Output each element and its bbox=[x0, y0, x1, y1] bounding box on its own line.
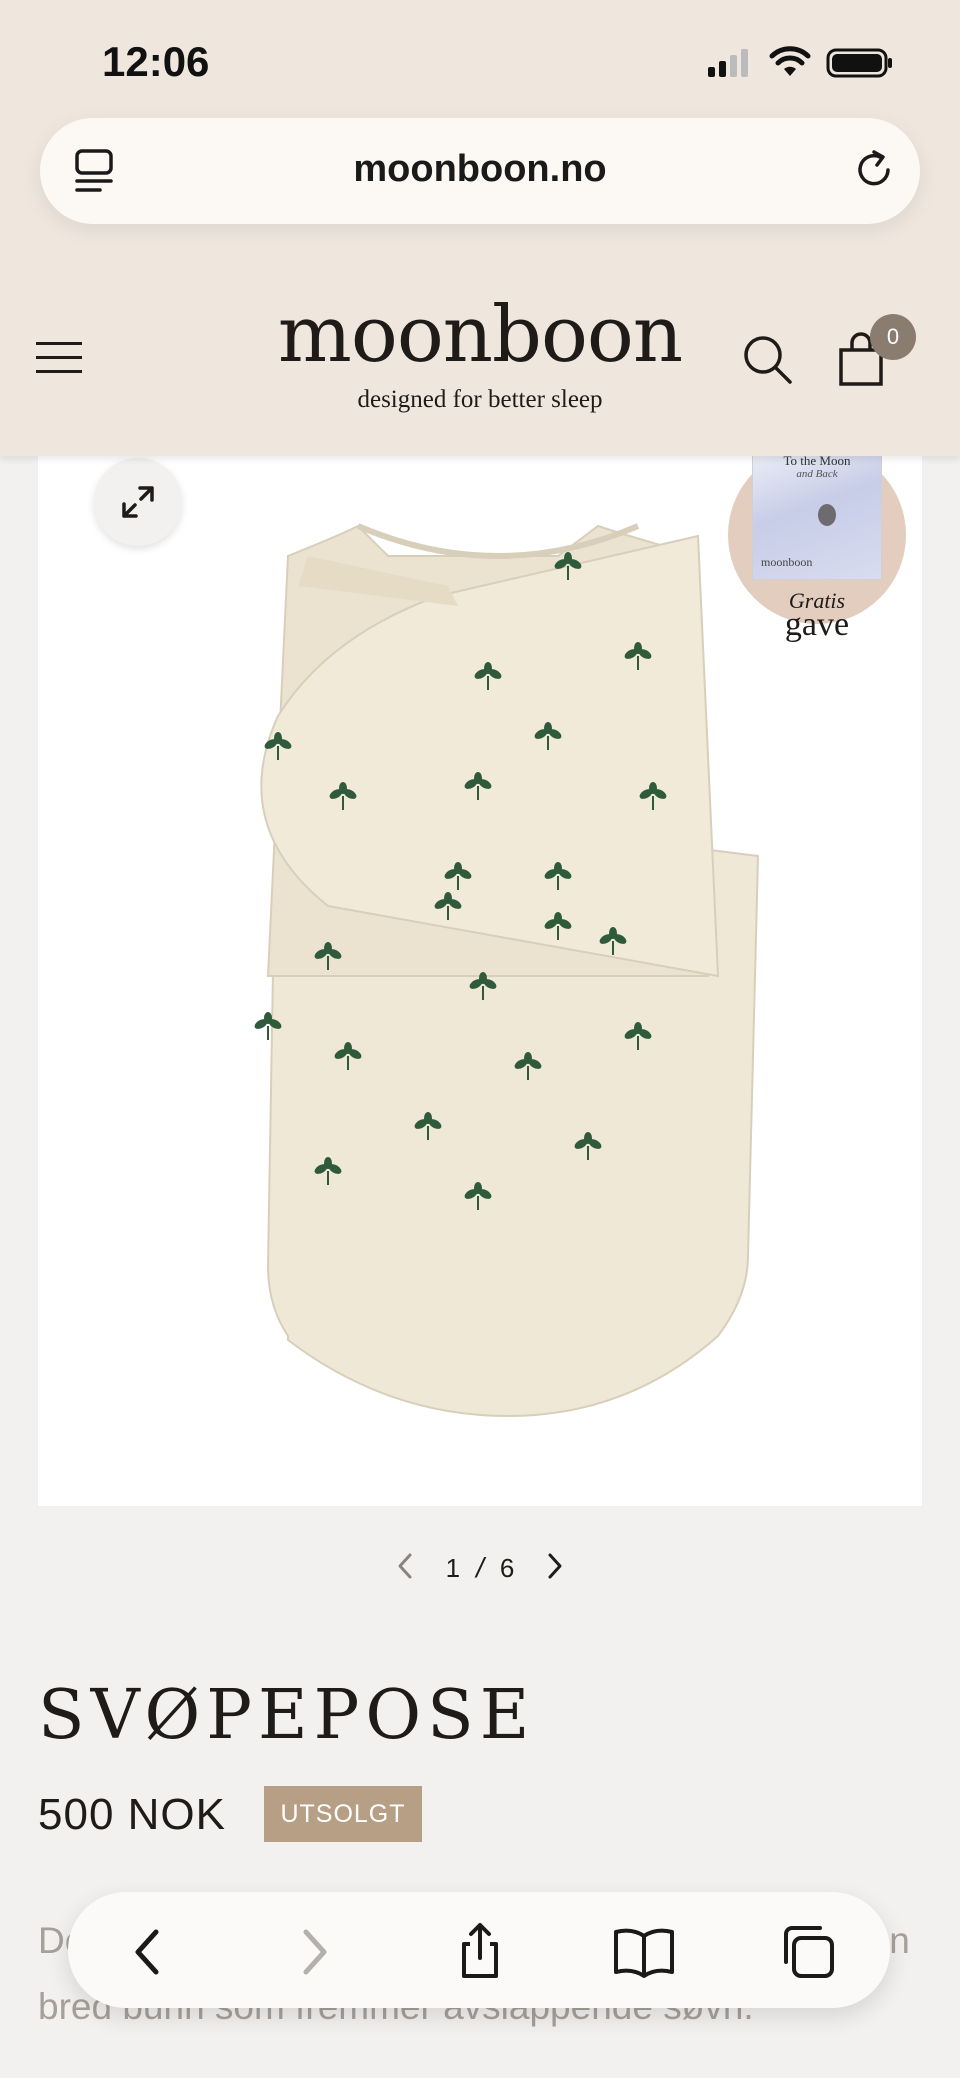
chevron-right-icon[interactable] bbox=[544, 1551, 566, 1586]
wifi-icon bbox=[769, 46, 811, 76]
bookmarks-button[interactable] bbox=[612, 1922, 674, 1982]
share-button[interactable] bbox=[450, 1922, 510, 1982]
signal-icon bbox=[708, 49, 748, 77]
expand-image-button[interactable] bbox=[94, 458, 182, 546]
chevron-left-icon[interactable] bbox=[394, 1551, 416, 1586]
book-icon bbox=[614, 1928, 674, 1978]
gift-text-line2: gave bbox=[784, 606, 850, 643]
cart-count-badge[interactable]: 0 bbox=[870, 314, 916, 360]
product-title: SVØPEPOSE bbox=[38, 1676, 536, 1755]
status-icons bbox=[706, 46, 894, 80]
site-logo[interactable]: moonboon bbox=[0, 290, 960, 380]
reload-icon[interactable] bbox=[852, 148, 896, 197]
status-badge: UTSOLGT bbox=[264, 1786, 422, 1842]
tabs-overview-icon bbox=[784, 1926, 834, 1978]
browser-chrome: moonboon.no bbox=[0, 118, 960, 296]
gift-book-subtitle: and Back bbox=[796, 468, 838, 480]
search-icon[interactable] bbox=[740, 332, 794, 391]
chevron-right-icon bbox=[303, 1929, 327, 1975]
expand-icon bbox=[122, 486, 154, 518]
status-time: 12:06 bbox=[102, 38, 210, 85]
tabs-overview-button[interactable] bbox=[778, 1922, 838, 1982]
site-header: moonboon designed for better sleep 0 bbox=[0, 290, 960, 456]
back-button[interactable] bbox=[118, 1922, 178, 1982]
pager-current: 1 bbox=[445, 1552, 461, 1583]
forward-button[interactable] bbox=[284, 1922, 344, 1982]
battery-icon bbox=[826, 48, 892, 78]
product-price: 500 NOK bbox=[38, 1790, 226, 1839]
free-gift-badge[interactable]: To the Moon and Back moonboon Gratis gav… bbox=[728, 456, 906, 643]
product-image bbox=[251, 523, 760, 1418]
moon-icon bbox=[791, 493, 836, 537]
share-icon bbox=[462, 1923, 498, 1978]
gallery-pager: 1 / 6 bbox=[0, 1548, 960, 1588]
browser-toolbar bbox=[68, 1892, 890, 2008]
gift-book-cover: To the Moon and Back moonboon bbox=[752, 456, 882, 580]
pager-total: 6 bbox=[499, 1552, 515, 1583]
status-bar: 12:06 bbox=[0, 0, 960, 118]
product-gallery[interactable]: To the Moon and Back moonboon Gratis gav… bbox=[38, 456, 922, 1506]
pager-separator: / bbox=[476, 1552, 484, 1583]
gift-book-brand: moonboon bbox=[761, 555, 813, 569]
url-text[interactable]: moonboon.no bbox=[40, 148, 920, 191]
address-bar[interactable]: moonboon.no bbox=[40, 118, 920, 224]
chevron-left-icon bbox=[135, 1929, 159, 1975]
site-tagline: designed for better sleep bbox=[357, 386, 603, 413]
